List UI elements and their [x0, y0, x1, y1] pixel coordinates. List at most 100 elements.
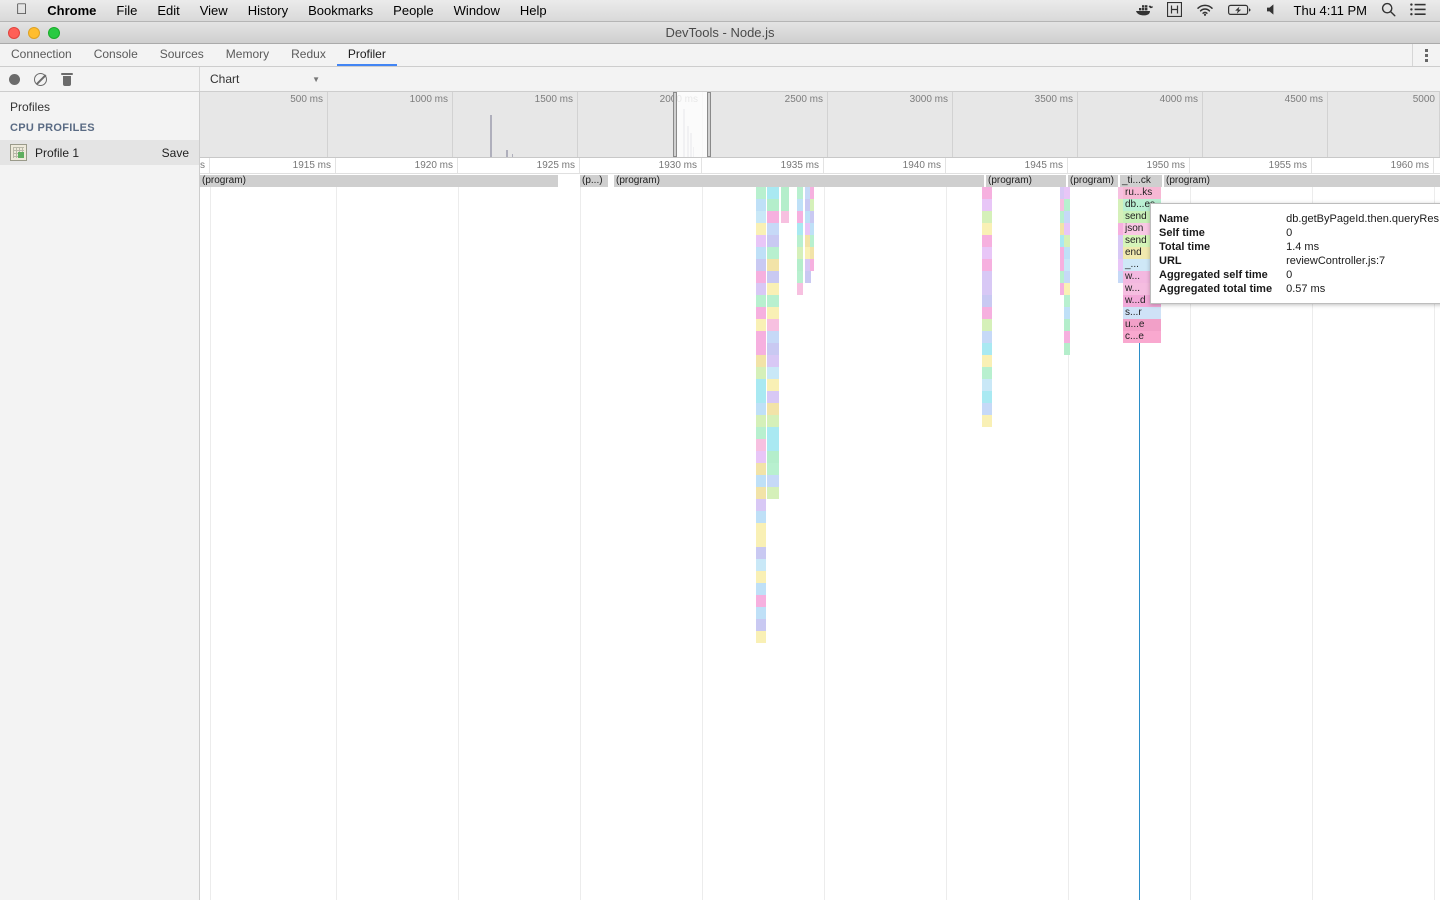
flame-frame[interactable] — [756, 367, 766, 379]
flame-frame[interactable] — [982, 367, 992, 379]
flame-frame[interactable] — [756, 547, 766, 559]
menu-item-chrome[interactable]: Chrome — [37, 3, 106, 18]
flame-frame[interactable] — [767, 223, 779, 235]
record-button[interactable] — [9, 73, 20, 85]
flame-frame[interactable] — [982, 343, 992, 355]
flame-frame[interactable] — [767, 199, 779, 211]
menu-item-window[interactable]: Window — [444, 3, 510, 18]
flame-frame[interactable] — [781, 187, 789, 199]
flame-frame[interactable] — [810, 259, 814, 271]
flame-frame[interactable] — [767, 427, 779, 439]
flame-frame[interactable] — [767, 331, 779, 343]
flame-frame[interactable] — [767, 187, 779, 199]
sidebar-item-profile-1[interactable]: Profile 1 Save — [0, 140, 199, 165]
flame-frame-program[interactable]: _ti...ck — [1120, 175, 1162, 187]
battery-charging-icon[interactable] — [1227, 4, 1252, 18]
flame-frame-program[interactable] — [556, 175, 558, 187]
flame-frame[interactable] — [982, 187, 992, 199]
tab-memory[interactable]: Memory — [215, 44, 280, 66]
flame-frame[interactable] — [797, 271, 803, 283]
flame-frame[interactable] — [767, 307, 779, 319]
flame-frame[interactable] — [797, 211, 803, 223]
flame-frame[interactable] — [756, 283, 766, 295]
flame-frame[interactable] — [756, 319, 766, 331]
flame-frame[interactable] — [810, 187, 814, 199]
flame-frame-selected[interactable]: u...e — [1123, 319, 1161, 331]
flame-frame[interactable] — [756, 391, 766, 403]
flame-frame[interactable] — [756, 247, 766, 259]
flame-frame[interactable] — [982, 235, 992, 247]
flame-frame[interactable] — [797, 223, 803, 235]
flame-frame[interactable] — [767, 355, 779, 367]
flame-frame-program[interactable]: (program) — [1068, 175, 1118, 187]
flame-frame[interactable] — [767, 235, 779, 247]
delete-profile-button[interactable] — [61, 72, 73, 86]
flame-frame[interactable] — [756, 523, 766, 535]
notification-center-list-icon[interactable] — [1410, 3, 1426, 18]
menu-item-help[interactable]: Help — [510, 3, 557, 18]
tab-sources[interactable]: Sources — [149, 44, 215, 66]
flame-frame[interactable] — [756, 463, 766, 475]
flame-frame[interactable] — [1064, 271, 1070, 283]
apple-icon[interactable]:  — [8, 2, 37, 17]
flame-frame[interactable] — [797, 187, 803, 199]
kebab-menu-icon[interactable] — [1412, 44, 1440, 66]
flame-frame[interactable] — [1064, 199, 1070, 211]
flame-frame[interactable] — [767, 475, 779, 487]
overview-selection-window[interactable] — [676, 92, 710, 157]
flame-frame[interactable] — [767, 439, 779, 451]
flame-frame[interactable] — [767, 295, 779, 307]
menu-item-people[interactable]: People — [383, 3, 443, 18]
save-profile-link[interactable]: Save — [162, 146, 189, 160]
flame-frame[interactable] — [810, 223, 814, 235]
flame-frame[interactable] — [756, 223, 766, 235]
flame-frame-program[interactable]: (program) — [614, 175, 984, 187]
flame-frame[interactable] — [756, 439, 766, 451]
flame-frame[interactable] — [1064, 235, 1070, 247]
tab-connection[interactable]: Connection — [0, 44, 83, 66]
flame-frame-selected[interactable]: c...e — [1123, 331, 1161, 343]
flame-frame[interactable] — [756, 619, 766, 631]
flame-frame[interactable] — [767, 271, 779, 283]
flame-frame-program[interactable]: (program) — [200, 175, 556, 187]
menu-item-view[interactable]: View — [190, 3, 238, 18]
flame-frame[interactable] — [767, 403, 779, 415]
flame-frame[interactable] — [756, 343, 766, 355]
flame-frame[interactable] — [982, 223, 992, 235]
flame-frame[interactable] — [1064, 319, 1070, 331]
tab-redux[interactable]: Redux — [280, 44, 337, 66]
flame-frame[interactable] — [756, 379, 766, 391]
flame-frame[interactable] — [756, 451, 766, 463]
flame-frame[interactable] — [756, 235, 766, 247]
flame-frame-selected[interactable]: ru...ks — [1123, 187, 1161, 199]
flame-frame[interactable] — [767, 487, 779, 499]
overview-selection-handle-left[interactable] — [673, 92, 677, 157]
flame-frame[interactable] — [756, 595, 766, 607]
flame-frame[interactable] — [810, 235, 814, 247]
flame-frame[interactable] — [1064, 187, 1070, 199]
flame-frame[interactable] — [767, 259, 779, 271]
flame-frame[interactable] — [767, 379, 779, 391]
flame-frame[interactable] — [1064, 247, 1070, 259]
flame-frame[interactable] — [756, 571, 766, 583]
flame-frame[interactable] — [756, 583, 766, 595]
flame-frame[interactable] — [756, 415, 766, 427]
clear-button[interactable] — [34, 72, 47, 86]
flame-frame[interactable] — [982, 355, 992, 367]
flame-frame[interactable] — [1064, 223, 1070, 235]
flame-frame[interactable] — [982, 331, 992, 343]
flame-frame[interactable] — [797, 259, 803, 271]
flame-frame[interactable] — [1064, 259, 1070, 271]
flame-frame[interactable] — [982, 319, 992, 331]
flame-frame[interactable] — [1064, 295, 1070, 307]
docker-icon[interactable] — [1135, 3, 1153, 18]
flame-frame[interactable] — [810, 199, 814, 211]
flame-frame[interactable] — [982, 271, 992, 283]
flame-frame[interactable] — [1064, 331, 1070, 343]
wifi-icon[interactable] — [1196, 3, 1214, 18]
flame-frame[interactable] — [982, 391, 992, 403]
tab-profiler[interactable]: Profiler — [336, 44, 397, 66]
flame-frame[interactable] — [1064, 307, 1070, 319]
search-icon[interactable] — [1381, 2, 1396, 19]
flame-frame[interactable] — [982, 415, 992, 427]
